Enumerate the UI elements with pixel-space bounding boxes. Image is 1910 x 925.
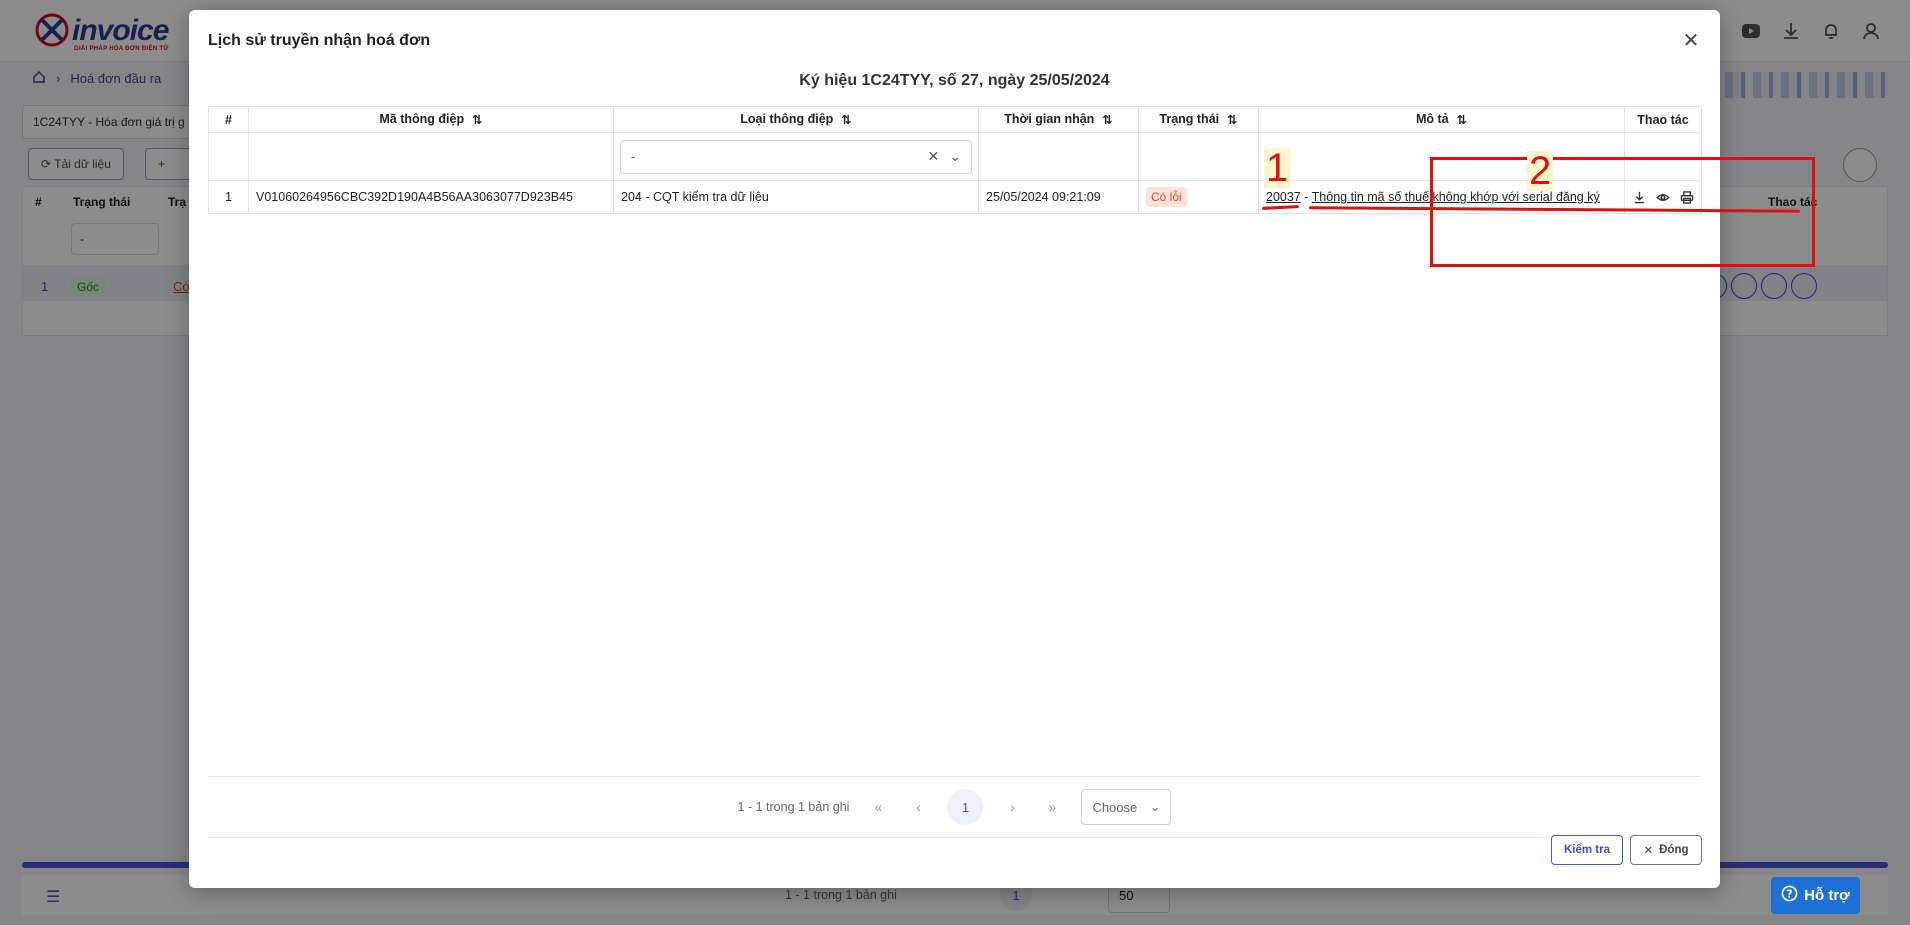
invoice-subtitle: Ký hiệu 1C24TYY, số 27, ngày 25/05/2024: [799, 72, 1110, 89]
row-index: 1: [208, 180, 249, 214]
sort-icon[interactable]: ⇅: [472, 112, 482, 127]
transmission-history-modal: Lịch sử truyền nhận hoá đơn ✕ Ký hiệu 1C…: [189, 10, 1815, 888]
col-received-time[interactable]: Thời gian nhận ⇅: [978, 106, 1139, 133]
sort-icon[interactable]: ⇅: [1457, 112, 1467, 127]
last-page-icon[interactable]: »: [1041, 796, 1063, 818]
pager-summary: 1 - 1 trong 1 bản ghi: [737, 800, 850, 814]
error-code: 20037: [1266, 190, 1301, 204]
help-button[interactable]: ? Hỗ trợ: [1771, 877, 1860, 914]
first-page-icon[interactable]: «: [867, 796, 889, 818]
message-type-filter-value: -: [631, 149, 636, 164]
svg-text:?: ?: [1787, 888, 1793, 900]
sort-icon[interactable]: ⇅: [1227, 112, 1237, 127]
close-icon[interactable]: ✕: [1680, 30, 1702, 52]
status-badge: Có lỗi: [1146, 187, 1187, 207]
clear-icon[interactable]: ✕: [928, 148, 940, 165]
sort-icon[interactable]: ⇅: [841, 112, 851, 127]
page-size-select[interactable]: Choose ⌄: [1081, 789, 1172, 825]
row-message-type: 204 - CQT kiểm tra dữ liệu: [613, 180, 979, 214]
annotation-number-1: 1: [1264, 146, 1291, 190]
pagination: 1 - 1 trong 1 bản ghi « ‹ 1 › » Choose ⌄: [208, 776, 1701, 838]
chevron-down-icon[interactable]: ⌄: [949, 148, 961, 165]
next-page-icon[interactable]: ›: [1001, 796, 1023, 818]
message-type-filter[interactable]: - ✕ ⌄: [620, 139, 972, 174]
help-button-label: Hỗ trợ: [1804, 887, 1850, 904]
row-received-time: 25/05/2024 09:21:09: [978, 180, 1139, 214]
check-button[interactable]: Kiểm tra: [1551, 835, 1623, 865]
page-size-placeholder: Choose: [1092, 799, 1138, 815]
page-current[interactable]: 1: [947, 789, 984, 825]
col-message-type[interactable]: Loại thông điệp ⇅: [613, 106, 979, 133]
modal-title: Lịch sử truyền nhận hoá đơn: [208, 32, 431, 49]
col-index: #: [208, 106, 249, 133]
chevron-down-icon: ⌄: [1149, 799, 1161, 814]
col-status[interactable]: Trạng thái ⇅: [1138, 106, 1259, 133]
row-message-code: V01060264956CBC392D190A4B56AA3063077D923…: [248, 180, 614, 214]
close-icon: ✕: [1643, 845, 1654, 857]
col-description[interactable]: Mô tả ⇅: [1258, 106, 1625, 133]
col-actions: Thao tác: [1624, 106, 1702, 133]
close-button[interactable]: ✕ Đóng: [1630, 835, 1702, 865]
annotation-number-2: 2: [1527, 149, 1554, 193]
question-icon: ?: [1781, 885, 1798, 906]
prev-page-icon[interactable]: ‹: [907, 796, 929, 818]
sort-icon[interactable]: ⇅: [1102, 112, 1112, 127]
col-message-code[interactable]: Mã thông điệp ⇅: [248, 106, 614, 133]
